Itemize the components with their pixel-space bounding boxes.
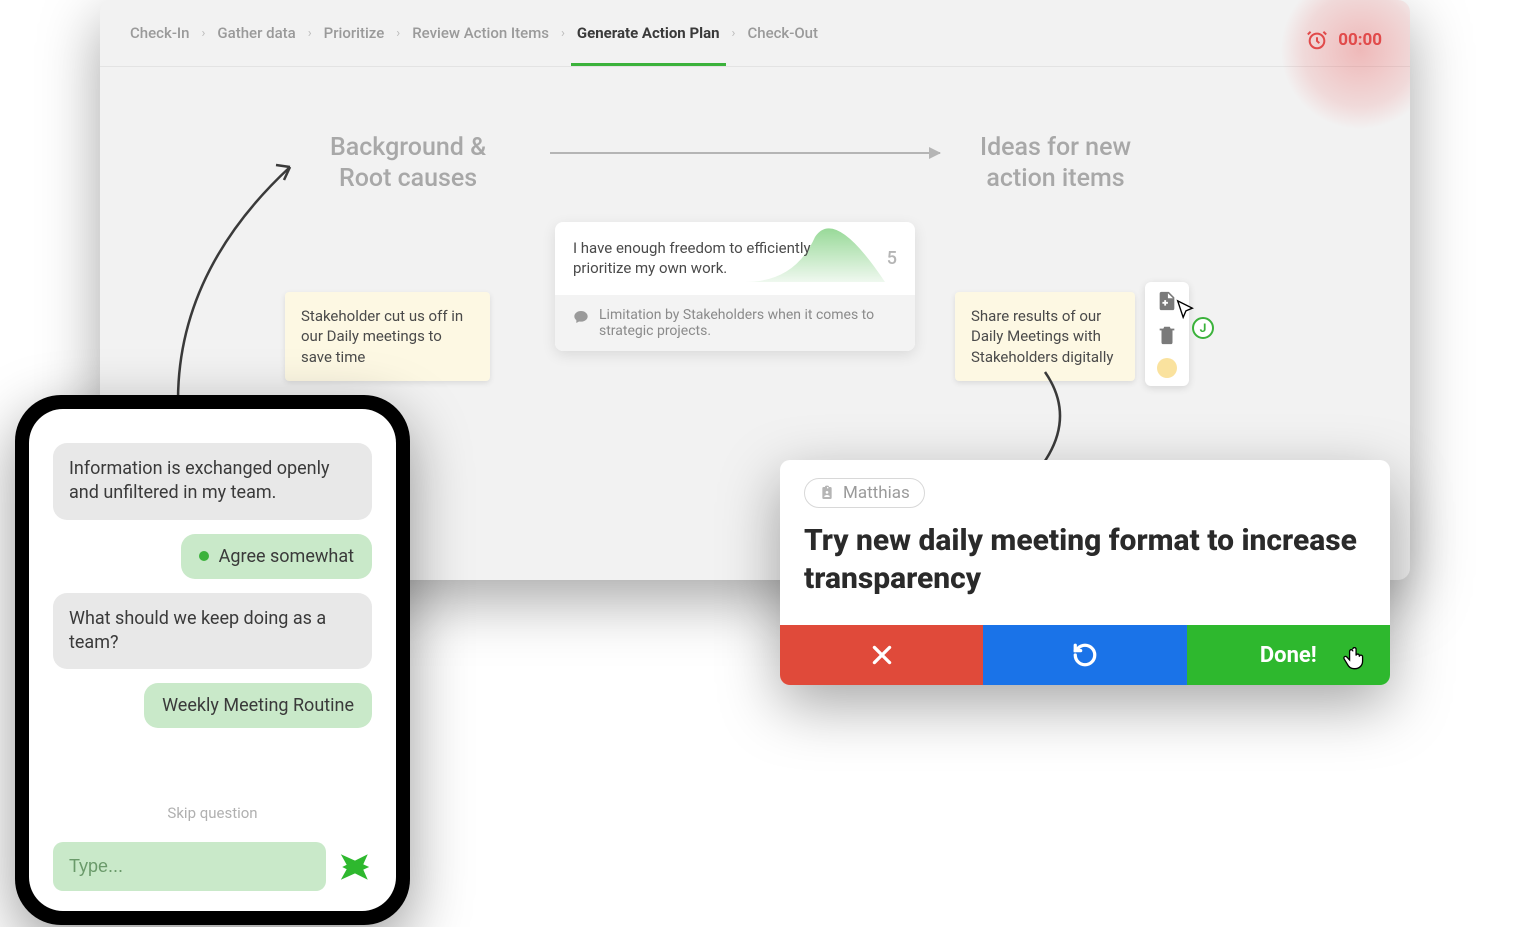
assignee-name: Matthias: [843, 483, 910, 503]
chevron-right-icon: ›: [202, 26, 206, 41]
phone-input-row: [53, 842, 372, 891]
phone-screen: Information is exchanged openly and unfi…: [29, 409, 396, 911]
comment-icon: [573, 309, 589, 325]
alarm-clock-icon: [1306, 29, 1328, 51]
skip-question-link[interactable]: Skip question: [53, 804, 372, 828]
timer-value: 00:00: [1338, 30, 1382, 50]
chat-answer-2[interactable]: Weekly Meeting Routine: [144, 683, 372, 728]
breadcrumb: Check-In › Gather data › Prioritize › Re…: [100, 0, 1410, 67]
feedback-card[interactable]: I have enough freedom to efficiently pri…: [555, 222, 915, 351]
chat-answer-1-text: Agree somewhat: [219, 546, 354, 567]
chat-answer-1[interactable]: Agree somewhat: [181, 534, 372, 579]
color-picker-icon[interactable]: [1157, 358, 1177, 378]
chevron-right-icon: ›: [396, 26, 400, 41]
send-icon[interactable]: [338, 850, 372, 884]
sticky-note-idea[interactable]: Share results of our Daily Meetings with…: [955, 292, 1135, 381]
sticky-note-root-cause[interactable]: Stakeholder cut us off in our Daily meet…: [285, 292, 490, 381]
message-input[interactable]: [53, 842, 326, 891]
delete-icon[interactable]: [1156, 324, 1178, 346]
chevron-right-icon: ›: [732, 26, 736, 41]
user-cursor-badge: J: [1192, 317, 1214, 339]
card-score: 5: [867, 248, 897, 269]
card-statement: I have enough freedom to efficiently pri…: [573, 238, 867, 279]
note-toolbar: [1145, 282, 1189, 386]
clipboard-user-icon: [819, 485, 835, 501]
undo-button[interactable]: [983, 625, 1186, 685]
chevron-right-icon: ›: [561, 26, 565, 41]
crumb-review-action-items[interactable]: Review Action Items: [410, 18, 551, 48]
hand-cursor-icon: [1342, 647, 1368, 673]
dialog-title[interactable]: Try new daily meeting format to increase…: [780, 516, 1390, 625]
cursor-arrow-icon: [1174, 299, 1196, 321]
heading-ideas: Ideas for newaction items: [980, 132, 1131, 195]
crumb-check-out[interactable]: Check-Out: [745, 18, 820, 48]
arrow-right-icon: [550, 152, 940, 154]
chevron-right-icon: ›: [308, 26, 312, 41]
card-comment: Limitation by Stakeholders when it comes…: [555, 295, 915, 351]
chat-question-2: What should we keep doing as a team?: [53, 593, 372, 670]
assignee-chip[interactable]: Matthias: [804, 478, 925, 508]
crumb-gather-data[interactable]: Gather data: [215, 18, 297, 48]
dialog-buttons: Done!: [780, 625, 1390, 685]
close-icon: [869, 642, 895, 668]
crumb-check-in[interactable]: Check-In: [128, 18, 192, 48]
cancel-button[interactable]: [780, 625, 983, 685]
crumb-prioritize[interactable]: Prioritize: [322, 18, 387, 48]
card-comment-text: Limitation by Stakeholders when it comes…: [599, 307, 897, 339]
card-top: I have enough freedom to efficiently pri…: [555, 222, 915, 295]
heading-background: Background &Root causes: [330, 132, 486, 195]
dialog-header: Matthias: [780, 460, 1390, 516]
crumb-generate-action-plan[interactable]: Generate Action Plan: [575, 18, 722, 48]
action-item-dialog: Matthias Try new daily meeting format to…: [780, 460, 1390, 685]
done-button-label: Done!: [1260, 643, 1317, 668]
phone-mockup: Information is exchanged openly and unfi…: [15, 395, 410, 925]
bullet-icon: [199, 551, 209, 561]
chat-question-1: Information is exchanged openly and unfi…: [53, 443, 372, 520]
undo-icon: [1072, 642, 1098, 668]
